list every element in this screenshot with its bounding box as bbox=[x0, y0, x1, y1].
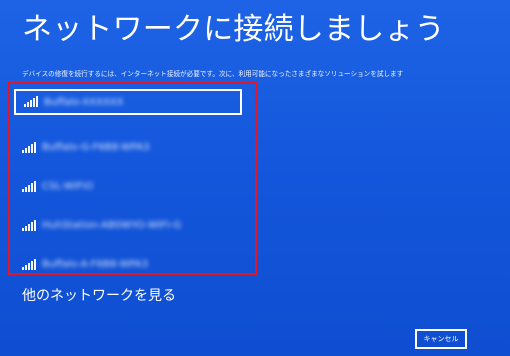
network-item[interactable]: Buffalo-G-F6B8-WPA3 bbox=[14, 128, 242, 167]
network-name: Buffalo-G-F6B8-WPA3 bbox=[42, 142, 150, 153]
wifi-signal-icon bbox=[22, 141, 36, 153]
wifi-signal-icon bbox=[22, 219, 36, 231]
network-item[interactable]: HuhStation-AB0WYO-WIFI-G bbox=[14, 206, 242, 245]
network-item[interactable]: Buffalo-XXXXXX bbox=[14, 89, 242, 115]
page-subtitle: デバイスの修復を続行するには、インターネット接続が必要です。次に、利用可能になっ… bbox=[22, 70, 404, 78]
network-name: Buffalo-A-F6B8-WPA3 bbox=[42, 259, 148, 270]
wifi-signal-icon bbox=[24, 96, 38, 107]
network-item[interactable]: Buffalo-A-F6B8-WPA3 bbox=[14, 245, 242, 284]
network-name: CSL-WIFIO bbox=[42, 181, 94, 192]
network-name: HuhStation-AB0WYO-WIFI-G bbox=[42, 220, 182, 231]
other-networks-link[interactable]: 他のネットワークを見る bbox=[22, 287, 176, 305]
page-title: ネットワークに接続しましょう bbox=[22, 12, 445, 47]
wifi-signal-icon bbox=[22, 258, 36, 270]
cancel-button[interactable]: キャンセル bbox=[415, 329, 467, 349]
network-item[interactable]: CSL-WIFIO bbox=[14, 167, 242, 206]
network-list: Buffalo-XXXXXX Buffalo-G-F6B8-WPA3 CSL-W… bbox=[14, 89, 242, 284]
network-name: Buffalo-XXXXXX bbox=[44, 96, 124, 108]
wifi-signal-icon bbox=[22, 180, 36, 192]
